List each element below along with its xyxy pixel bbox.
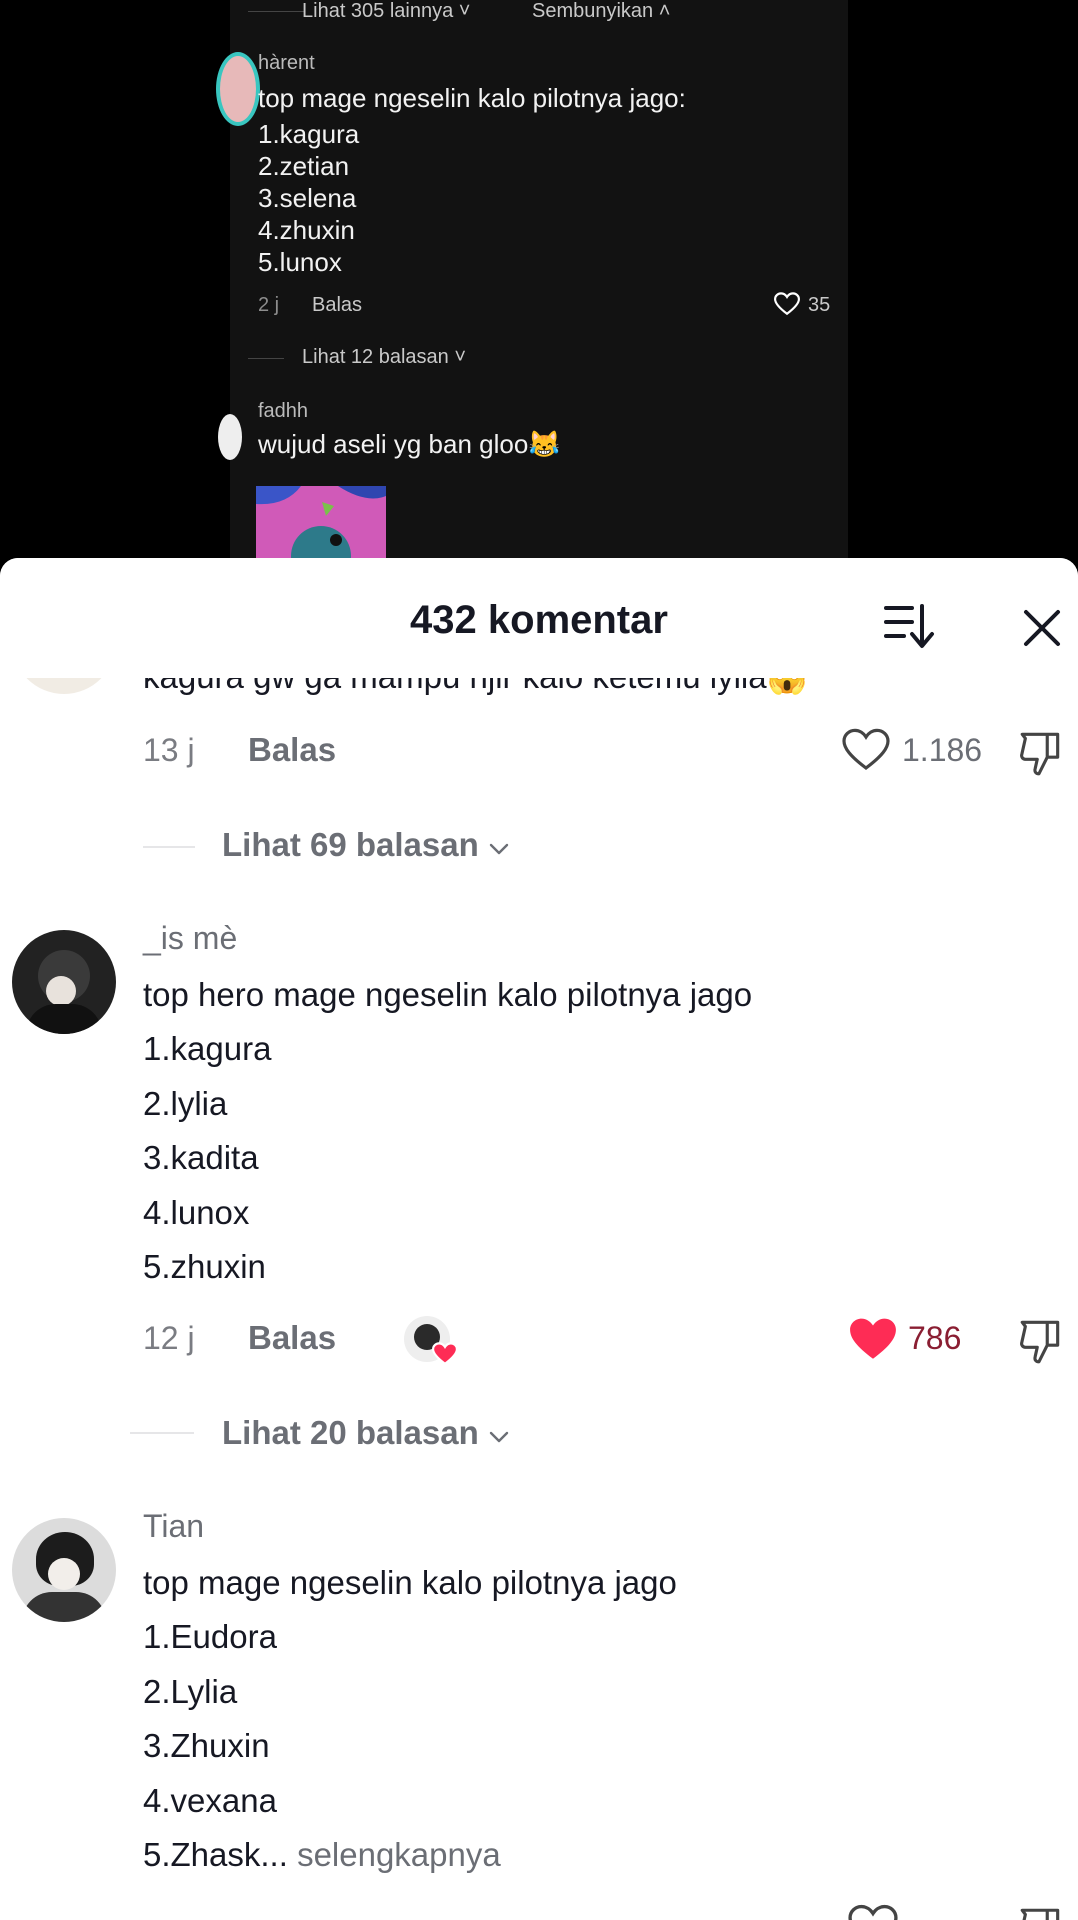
sort-icon[interactable] <box>880 600 936 652</box>
username[interactable]: Tian <box>143 1508 204 1545</box>
video-frame-comment-screen: Lihat 305 lainnya ˅ Sembunyikan ˄ hàrent… <box>216 0 848 560</box>
inner-time: 2 j <box>258 294 280 316</box>
comment-line-last: 5.Zhask... selengkapnya <box>143 1836 501 1874</box>
inner-comment-line: 3.selena <box>258 183 357 213</box>
comment-line: 2.Lylia <box>143 1673 238 1710</box>
comment-line: 5.zhuxin <box>143 1248 266 1285</box>
comments-sheet: 432 komentar kagura gw ga mampu njir kal… <box>0 558 1078 1920</box>
comment-line: 1.kagura <box>143 1030 272 1067</box>
comment-time: 12 j <box>143 1320 195 1356</box>
inner-like-count: 35 <box>808 294 831 316</box>
divider <box>143 846 195 848</box>
heart-icon[interactable] <box>842 728 890 772</box>
comment-line: 3.Zhuxin <box>143 1727 270 1764</box>
sheet-header: 432 komentar <box>0 558 1078 678</box>
inner-heart-icon <box>774 292 800 316</box>
dislike-icon[interactable] <box>1016 728 1066 778</box>
inner-username: fadhh <box>258 400 309 422</box>
close-icon[interactable] <box>1018 604 1066 652</box>
like-count: 786 <box>908 1320 962 1356</box>
comment-line: top hero mage ngeselin kalo pilotnya jag… <box>143 976 753 1013</box>
avatar[interactable] <box>12 1518 116 1622</box>
username[interactable]: _is mè <box>143 920 237 957</box>
reply-button[interactable]: Balas <box>248 1319 336 1357</box>
inner-username: hàrent <box>258 52 315 74</box>
dislike-icon[interactable] <box>1016 1316 1066 1366</box>
inner-see-more-link: Lihat 305 lainnya ˅ <box>302 0 471 22</box>
comment-line: 4.vexana <box>143 1782 277 1819</box>
chevron-down-icon <box>489 1431 509 1443</box>
comment-line: 4.lunox <box>143 1194 250 1231</box>
heart-icon[interactable] <box>848 1904 898 1920</box>
inner-comment-line: 1.kagura <box>258 119 360 149</box>
reply-button[interactable]: Balas <box>248 731 336 769</box>
inner-reply: Balas <box>312 294 363 316</box>
view-replies-label: Lihat 69 balasan <box>222 826 479 863</box>
avatar-body <box>26 1004 102 1034</box>
divider <box>130 1432 194 1434</box>
see-more-link[interactable]: selengkapnya <box>297 1836 501 1873</box>
inner-comment-line: 4.zhuxin <box>258 215 355 245</box>
inner-avatar <box>216 52 260 126</box>
inner-comment-line: wujud aseli yg ban gloo😹 <box>258 429 561 459</box>
comment-line: 2.lylia <box>143 1085 228 1122</box>
inner-avatar <box>218 414 242 460</box>
avatar-face <box>46 976 76 1006</box>
view-replies-link[interactable]: Lihat 69 balasan <box>222 826 510 864</box>
sticker-image <box>256 486 386 560</box>
view-replies-link[interactable]: Lihat 20 balasan <box>222 1414 510 1452</box>
inner-comment-line: 2.zetian <box>258 151 350 181</box>
creator-heart-icon <box>432 1342 458 1366</box>
avatar-face <box>48 1558 80 1590</box>
avatar-body <box>22 1592 106 1622</box>
chevron-down-icon <box>489 843 509 855</box>
comment-line: 3.kadita <box>143 1139 259 1176</box>
divider <box>248 11 304 12</box>
inner-comment-line: top mage ngeselin kalo pilotnya jago: <box>258 83 686 113</box>
inner-comment-line: 5.lunox <box>258 247 342 277</box>
dislike-icon[interactable] <box>1016 1904 1066 1920</box>
comment-line: 1.Eudora <box>143 1618 277 1655</box>
like-count: 1.186 <box>902 732 983 768</box>
view-replies-label: Lihat 20 balasan <box>222 1414 479 1451</box>
inner-view-replies: Lihat 12 balasan ˅ <box>302 346 467 368</box>
divider <box>248 358 284 359</box>
video-player[interactable]: Lihat 305 lainnya ˅ Sembunyikan ˄ hàrent… <box>0 0 1078 560</box>
comment-line: top mage ngeselin kalo pilotnya jago <box>143 1564 677 1601</box>
avatar[interactable] <box>12 930 116 1034</box>
comment-time: 13 j <box>143 732 195 768</box>
inner-hide-link: Sembunyikan ˄ <box>532 0 671 22</box>
comment-line-text: 5.Zhask... <box>143 1836 288 1873</box>
heart-filled-icon[interactable] <box>848 1316 898 1362</box>
